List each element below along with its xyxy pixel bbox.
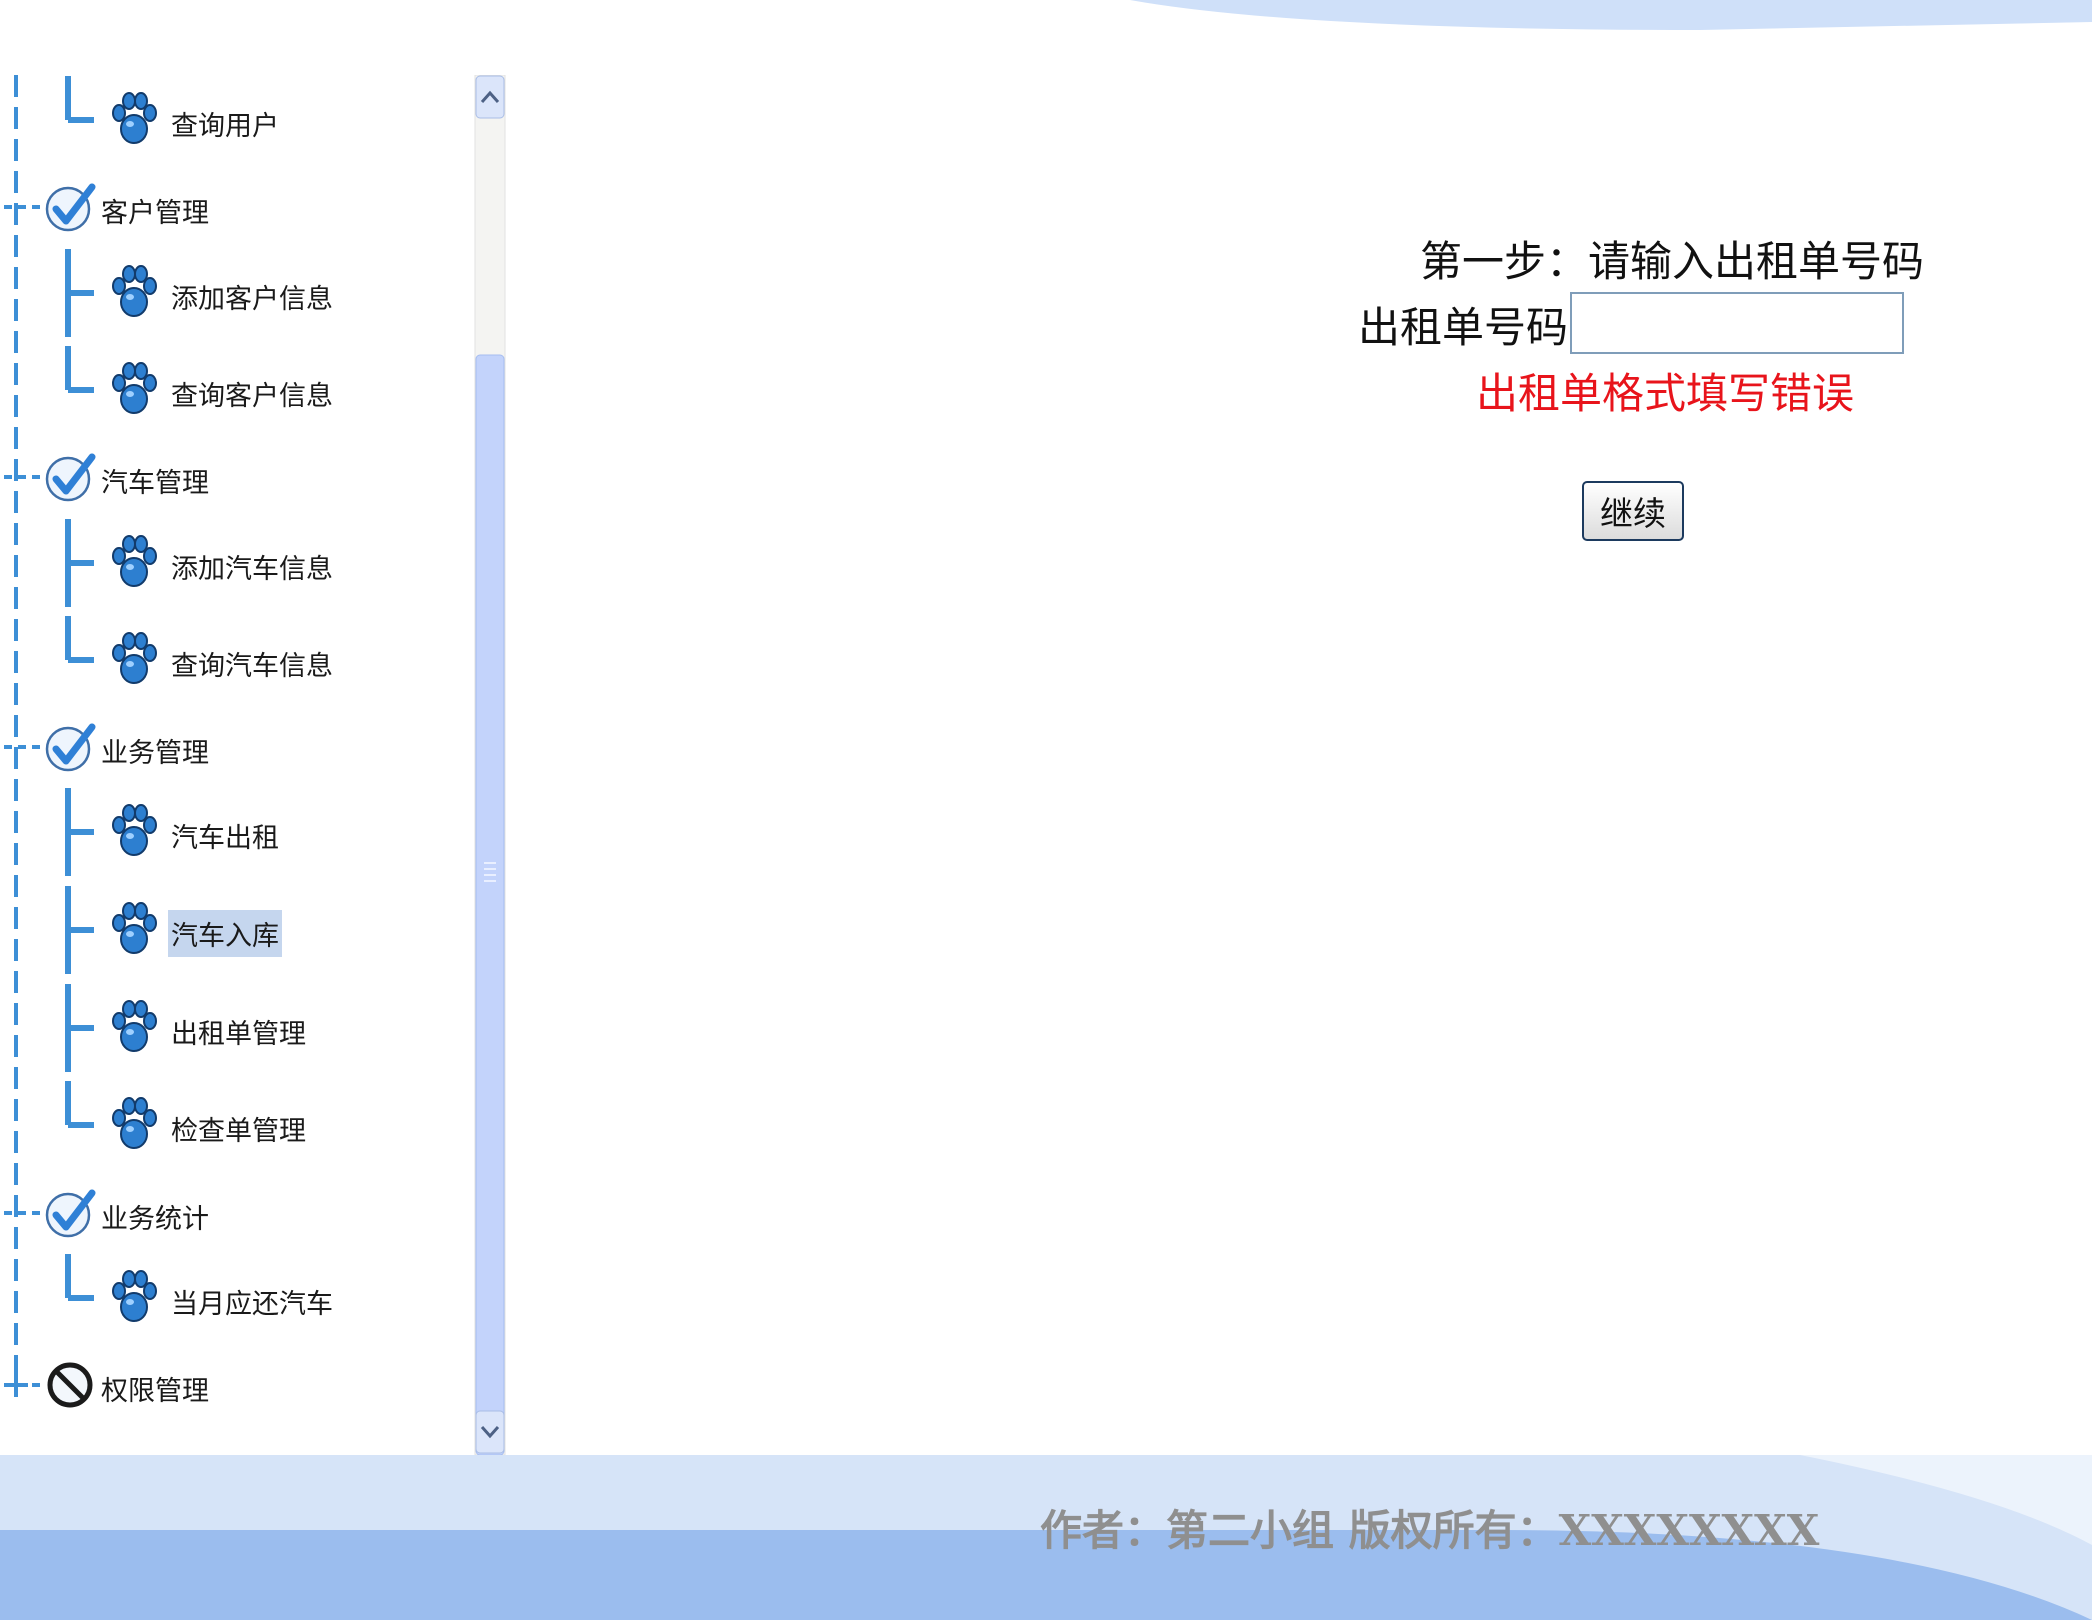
tree-item[interactable]: 当月应还汽车: [110, 1269, 336, 1334]
continue-button[interactable]: 继续: [1582, 481, 1684, 541]
tree-item-label: 添加汽车信息: [171, 554, 333, 585]
tree-item[interactable]: 客户管理: [44, 181, 212, 240]
paw-icon: [110, 901, 158, 966]
tree-item-label: 添加客户信息: [171, 284, 333, 315]
tree-item-label: 出租单管理: [171, 1019, 306, 1050]
paw-icon: [110, 631, 158, 696]
paw-icon: [110, 803, 158, 868]
tree-item[interactable]: 汽车出租: [110, 803, 282, 868]
check-icon: [44, 721, 96, 780]
scroll-up-button[interactable]: [475, 75, 505, 119]
tree-item[interactable]: 添加客户信息: [110, 264, 336, 329]
tree-item-label: 业务统计: [101, 1204, 209, 1235]
tree-item-label: 查询客户信息: [171, 381, 333, 412]
copyright-text: 作者：第二小组 版权所有：XXXXXXXX: [1040, 1506, 1820, 1555]
paw-icon: [110, 1269, 158, 1334]
tree-item[interactable]: 查询汽车信息: [110, 631, 336, 696]
error-message: 出租单格式填写错误: [1476, 369, 1855, 418]
tree-item[interactable]: 查询客户信息: [110, 361, 336, 426]
tree-item-label: 查询汽车信息: [171, 651, 333, 682]
footer: 作者：第二小组 版权所有：XXXXXXXX: [0, 1455, 2092, 1620]
tree-item[interactable]: 业务统计: [44, 1187, 212, 1246]
scroll-thumb[interactable]: [475, 354, 505, 1455]
tree-item-label: 汽车入库: [168, 910, 282, 957]
tree-item-label: 汽车出租: [171, 823, 279, 854]
tree-scrollbar[interactable]: [472, 75, 508, 1455]
tree-item[interactable]: 检查单管理: [110, 1096, 309, 1161]
tree-item[interactable]: 权限管理: [44, 1359, 212, 1418]
paw-icon: [110, 91, 158, 156]
navigation-tree: 查询用户客户管理添加客户信息 查询客户信息汽车管理添加汽车信息 查询汽车信息业务管理…: [0, 75, 508, 1455]
tree-item[interactable]: 出租单管理: [110, 999, 309, 1064]
tree-item[interactable]: 汽车管理: [44, 451, 212, 510]
tree-item-label: 检查单管理: [171, 1116, 306, 1147]
paw-icon: [110, 361, 158, 426]
paw-icon: [110, 999, 158, 1064]
scroll-down-button[interactable]: [472, 1410, 508, 1454]
tree-item-label: 业务管理: [101, 738, 209, 769]
paw-icon: [110, 534, 158, 599]
tree-item[interactable]: 添加汽车信息: [110, 534, 336, 599]
step-title: 第一步：请输入出租单号码: [1420, 237, 1925, 286]
paw-icon: [110, 1096, 158, 1161]
forbidden-icon: [44, 1359, 96, 1418]
tree-item-label: 当月应还汽车: [171, 1289, 333, 1320]
tree-item-label: 权限管理: [101, 1376, 209, 1407]
check-icon: [44, 181, 96, 240]
order-number-input[interactable]: [1570, 292, 1904, 354]
tree-item-label: 客户管理: [101, 198, 209, 229]
tree-item[interactable]: 业务管理: [44, 721, 212, 780]
tree-item[interactable]: 汽车入库: [110, 901, 282, 966]
tree-item-label: 汽车管理: [101, 468, 209, 499]
check-icon: [44, 1187, 96, 1246]
check-icon: [44, 451, 96, 510]
paw-icon: [110, 264, 158, 329]
tree-item[interactable]: 查询用户: [110, 91, 282, 156]
tree-item-label: 查询用户: [171, 111, 279, 142]
header-wave: [1130, 0, 2092, 30]
